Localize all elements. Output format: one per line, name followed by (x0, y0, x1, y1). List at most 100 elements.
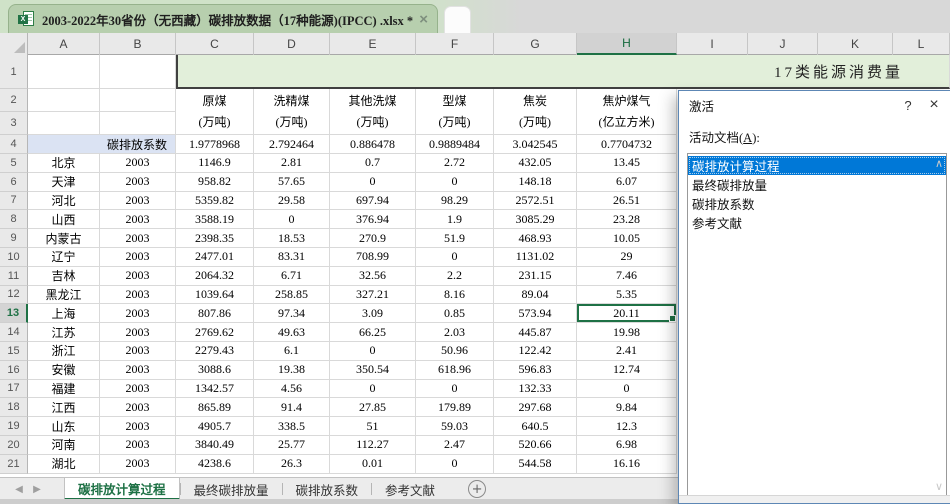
cell-value[interactable]: 179.89 (416, 398, 494, 418)
cell-value[interactable]: 27.85 (330, 398, 416, 418)
cell-value[interactable]: 4238.6 (176, 454, 254, 474)
cell-value[interactable]: 0 (416, 247, 494, 267)
cell-value[interactable]: 49.63 (254, 323, 330, 342)
cell-value[interactable]: 0 (416, 172, 494, 192)
dialog-close-icon[interactable]: × (921, 94, 947, 116)
active-document-item[interactable]: 最终碳排放量 (688, 175, 946, 194)
cell-empty[interactable] (100, 89, 176, 112)
cell-year[interactable]: 2003 (100, 191, 176, 211)
select-all-corner[interactable] (0, 33, 28, 55)
cell-value[interactable]: 13.45 (577, 154, 677, 173)
row-header-20[interactable]: 20 (0, 435, 28, 455)
coefficient-value-cell[interactable]: 0.886478 (330, 135, 416, 154)
cell-value[interactable]: 3.09 (330, 304, 416, 324)
cell-year[interactable]: 2003 (100, 360, 176, 380)
cell-value[interactable]: 4905.7 (176, 417, 254, 436)
cell-value[interactable]: 520.66 (494, 435, 577, 455)
column-header-E[interactable]: E (330, 33, 416, 55)
cell-value[interactable]: 2.03 (416, 323, 494, 342)
cell-value[interactable]: 5.35 (577, 285, 677, 305)
cell-value[interactable]: 544.58 (494, 454, 577, 474)
row-header-10[interactable]: 10 (0, 247, 28, 267)
energy-column-header[interactable]: 其他洗煤 (万吨) (330, 89, 416, 135)
row-header-2[interactable]: 2 (0, 89, 28, 112)
column-header-C[interactable]: C (176, 33, 254, 55)
cell-value[interactable]: 3085.29 (494, 210, 577, 230)
cell-province[interactable]: 上海 (28, 304, 100, 324)
row-header-13[interactable]: 13 (0, 304, 28, 324)
row-header-17[interactable]: 17 (0, 379, 28, 399)
cell-year[interactable]: 2003 (100, 379, 176, 399)
cell-province[interactable]: 山西 (28, 210, 100, 230)
cell-value[interactable]: 0.7 (330, 154, 416, 173)
cell-value[interactable]: 9.84 (577, 398, 677, 418)
cell-value[interactable]: 270.9 (330, 229, 416, 248)
cell-value[interactable]: 618.96 (416, 360, 494, 380)
cell-value[interactable]: 2477.01 (176, 247, 254, 267)
energy-column-header[interactable]: 焦炉煤气 (亿立方米) (577, 89, 677, 135)
cell-value[interactable]: 97.34 (254, 304, 330, 324)
cell-value[interactable]: 2279.43 (176, 341, 254, 361)
cell-year[interactable]: 2003 (100, 266, 176, 286)
cell-value[interactable]: 3588.19 (176, 210, 254, 230)
cell-value[interactable]: 0 (330, 172, 416, 192)
energy-column-header[interactable]: 原煤 (万吨) (176, 89, 254, 135)
row-header-21[interactable]: 21 (0, 454, 28, 474)
cell-province[interactable]: 湖北 (28, 454, 100, 474)
cell-value[interactable]: 29 (577, 247, 677, 267)
cell-value[interactable]: 0 (330, 341, 416, 361)
cell-year[interactable]: 2003 (100, 247, 176, 267)
coefficient-value-cell[interactable]: 0.7704732 (577, 135, 677, 154)
cell-value[interactable]: 57.65 (254, 172, 330, 192)
cell-year[interactable]: 2003 (100, 304, 176, 324)
cell-value[interactable]: 258.85 (254, 285, 330, 305)
cell-value[interactable]: 0.01 (330, 454, 416, 474)
fill-handle[interactable] (669, 315, 676, 323)
row-header-12[interactable]: 12 (0, 285, 28, 305)
cell-value[interactable]: 5359.82 (176, 191, 254, 211)
cell-value[interactable]: 0 (330, 379, 416, 399)
scroll-down-icon[interactable]: ∨ (935, 480, 943, 493)
active-document-item[interactable]: 碳排放计算过程 (688, 156, 946, 175)
cell-value[interactable]: 6.71 (254, 266, 330, 286)
cell-year[interactable]: 2003 (100, 341, 176, 361)
document-tab[interactable]: X 2003-2022年30省份（无西藏）碳排放数据（17种能源)(IPCC) … (8, 4, 438, 33)
cell-value[interactable]: 26.3 (254, 454, 330, 474)
cell-value[interactable]: 26.51 (577, 191, 677, 211)
cell-value[interactable]: 958.82 (176, 172, 254, 192)
cell-province[interactable]: 黑龙江 (28, 285, 100, 305)
cell-value[interactable]: 29.58 (254, 191, 330, 211)
cell-value[interactable]: 1.9 (416, 210, 494, 230)
cell-value[interactable]: 2.72 (416, 154, 494, 173)
column-header-H[interactable]: H (577, 33, 677, 55)
cell-value[interactable]: 350.54 (330, 360, 416, 380)
cell-value[interactable]: 89.04 (494, 285, 577, 305)
cell-province[interactable]: 辽宁 (28, 247, 100, 267)
column-header-J[interactable]: J (748, 33, 818, 55)
cell-value[interactable]: 2.2 (416, 266, 494, 286)
cell-value[interactable]: 3088.6 (176, 360, 254, 380)
cell-value[interactable]: 12.3 (577, 417, 677, 436)
cell-value[interactable]: 4.56 (254, 379, 330, 399)
row-header-7[interactable]: 7 (0, 191, 28, 211)
cell-value[interactable]: 865.89 (176, 398, 254, 418)
cell-value[interactable]: 697.94 (330, 191, 416, 211)
energy-column-header[interactable]: 焦炭 (万吨) (494, 89, 577, 135)
cell-value[interactable]: 297.68 (494, 398, 577, 418)
cell-value[interactable]: 112.27 (330, 435, 416, 455)
cell-value[interactable]: 1131.02 (494, 247, 577, 267)
new-document-tab-button[interactable] (444, 6, 471, 33)
cell-province[interactable]: 天津 (28, 172, 100, 192)
cell-value[interactable]: 0 (416, 454, 494, 474)
cell-value[interactable]: 132.33 (494, 379, 577, 399)
cell-year[interactable]: 2003 (100, 154, 176, 173)
cell-value[interactable]: 2572.51 (494, 191, 577, 211)
row-header-4[interactable]: 4 (0, 135, 28, 154)
column-header-F[interactable]: F (416, 33, 494, 55)
cell-value[interactable]: 32.56 (330, 266, 416, 286)
cell-value[interactable]: 6.98 (577, 435, 677, 455)
cell-value[interactable]: 50.96 (416, 341, 494, 361)
cell-value[interactable]: 51 (330, 417, 416, 436)
column-header-K[interactable]: K (818, 33, 893, 55)
cell-value[interactable]: 327.21 (330, 285, 416, 305)
